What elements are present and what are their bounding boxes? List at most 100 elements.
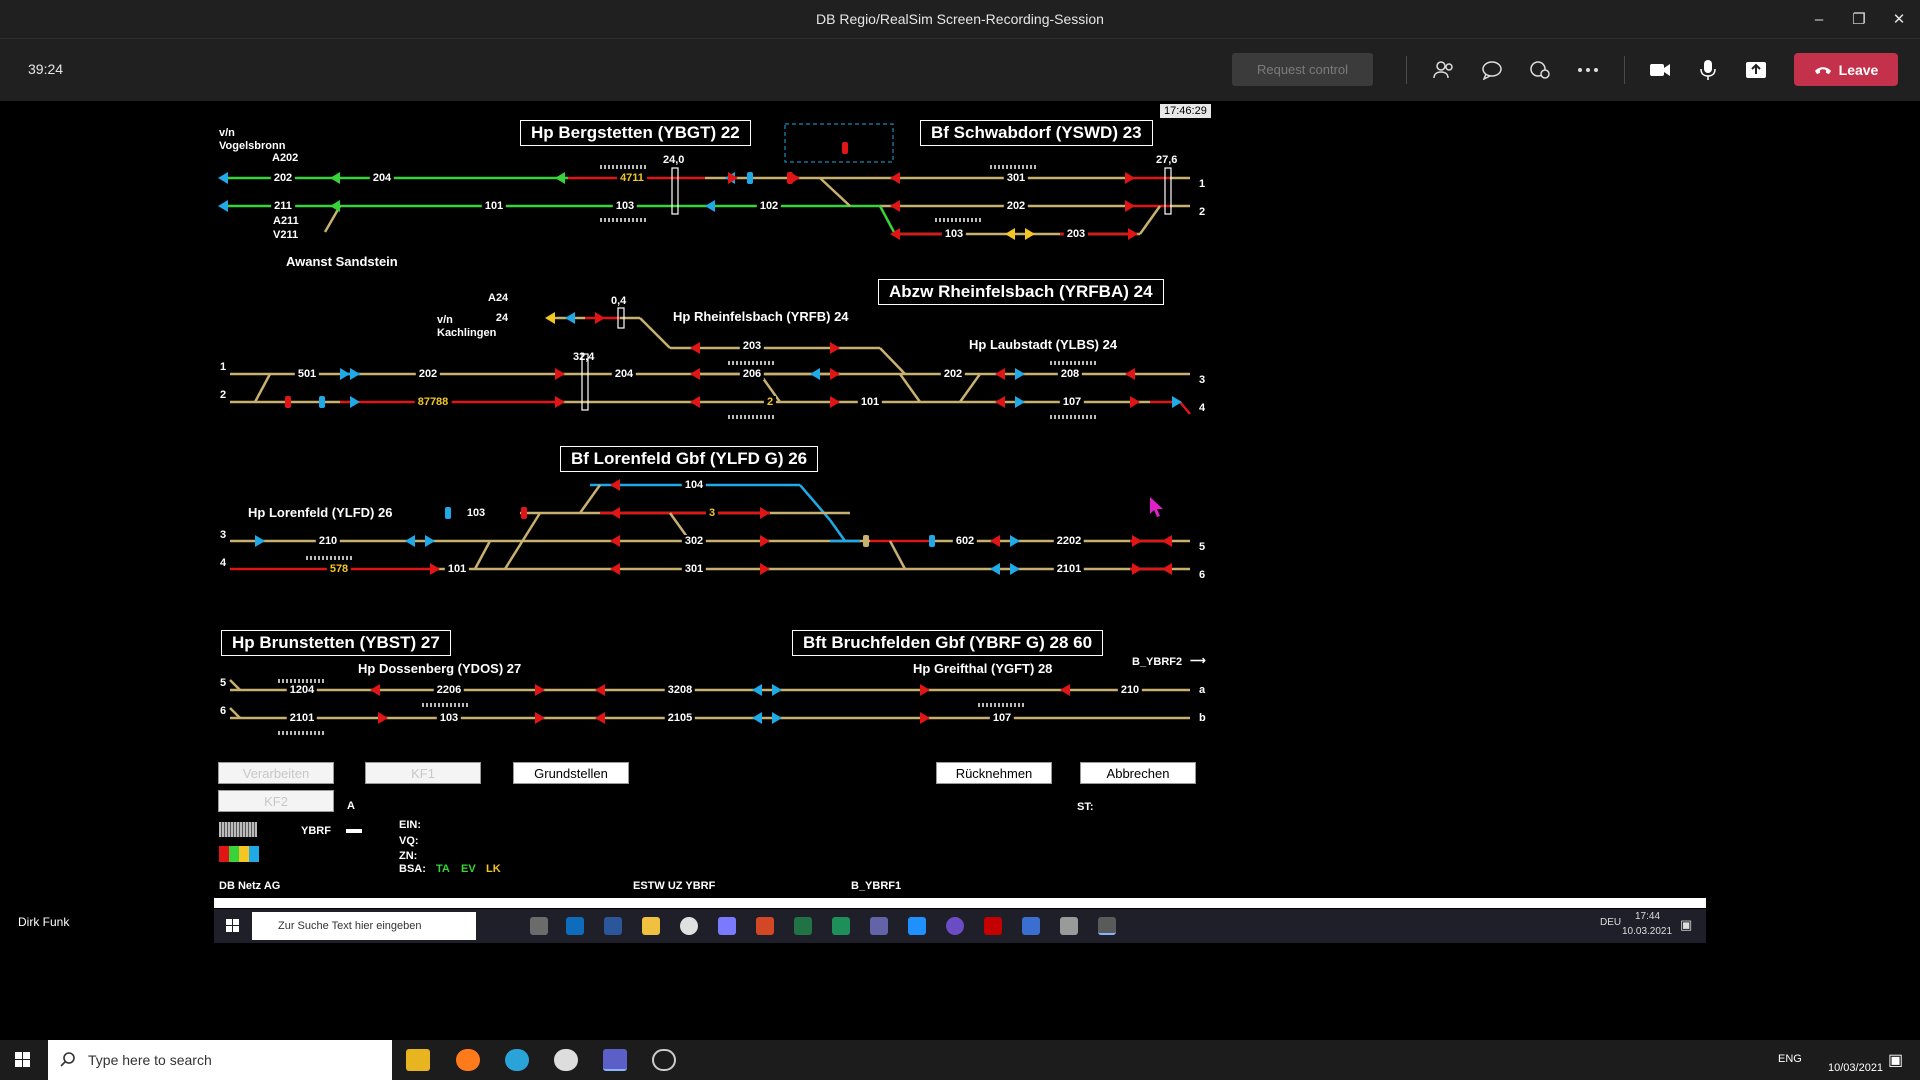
section-number-103[interactable]: 103: [463, 507, 489, 519]
microphone-icon[interactable]: [1692, 54, 1724, 86]
section-number-602[interactable]: 602: [952, 535, 978, 547]
word-icon[interactable]: [604, 917, 622, 935]
section-number-211[interactable]: 211: [271, 200, 295, 212]
station-box-ybst[interactable]: Hp Brunstetten (YBST) 27: [221, 630, 451, 656]
section-number-301[interactable]: 301: [681, 563, 707, 575]
teams-taskbar-icon[interactable]: [603, 1049, 627, 1071]
track-block-icon[interactable]: [929, 535, 935, 547]
app-icon[interactable]: [718, 917, 736, 935]
edge-icon[interactable]: [505, 1049, 529, 1071]
inner-scrollbar[interactable]: [214, 898, 1706, 908]
chrome-icon[interactable]: [680, 917, 698, 935]
windows-start-icon[interactable]: [15, 1052, 31, 1073]
ruecknehmen-button[interactable]: Rücknehmen: [936, 762, 1052, 784]
participants-icon[interactable]: [1428, 54, 1460, 86]
taskbar-search-input[interactable]: Type here to search: [48, 1040, 392, 1080]
chat-icon[interactable]: [1476, 54, 1508, 86]
outlook-icon[interactable]: [566, 917, 584, 935]
powerpoint-icon[interactable]: [756, 917, 774, 935]
section-number-2101[interactable]: 2101: [1053, 563, 1085, 575]
section-number-2101[interactable]: 2101: [286, 712, 318, 724]
section-number-501[interactable]: 501: [294, 368, 320, 380]
section-number-203[interactable]: 203: [1063, 228, 1089, 240]
share-screen-icon[interactable]: [1740, 54, 1772, 86]
track-block-icon[interactable]: [445, 507, 451, 519]
reactions-icon[interactable]: [1524, 54, 1556, 86]
track-block-icon[interactable]: [863, 535, 869, 547]
station-box-ylfdg[interactable]: Bf Lorenfeld Gbf (YLFD G) 26: [560, 446, 819, 472]
section-number-204[interactable]: 204: [611, 368, 637, 380]
notification-icon[interactable]: ▣: [1888, 1050, 1903, 1070]
inner-search-input[interactable]: Zur Suche Text hier eingeben: [252, 912, 476, 940]
app-circle-icon[interactable]: [652, 1049, 676, 1071]
station-box-yswd[interactable]: Bf Schwabdorf (YSWD) 23: [920, 120, 1153, 146]
track-block-icon[interactable]: [747, 172, 753, 184]
section-number-107[interactable]: 107: [989, 712, 1015, 724]
abbrechen-button[interactable]: Abbrechen: [1080, 762, 1196, 784]
tray-date[interactable]: 10/03/2021: [1828, 1062, 1883, 1074]
section-number-210[interactable]: 210: [315, 535, 341, 547]
more-options-icon[interactable]: [1572, 54, 1604, 86]
inner-notification-icon[interactable]: ▣: [1680, 917, 1692, 933]
section-number-87788[interactable]: 87788: [414, 396, 452, 408]
camera-icon[interactable]: [1644, 54, 1676, 86]
explorer-icon[interactable]: [642, 917, 660, 935]
section-number-4711[interactable]: 4711: [617, 172, 647, 184]
section-number-3[interactable]: 3: [705, 507, 719, 519]
section-number-202[interactable]: 202: [270, 172, 296, 184]
section-number-203[interactable]: 203: [739, 340, 765, 352]
section-number-104[interactable]: 104: [681, 479, 707, 491]
station-box-yrfba[interactable]: Abzw Rheinfelsbach (YRFBA) 24: [878, 279, 1164, 305]
section-number-578[interactable]: 578: [326, 563, 352, 575]
file-explorer-icon[interactable]: [406, 1049, 430, 1071]
track-block-icon[interactable]: [285, 396, 291, 408]
section-number-102[interactable]: 102: [756, 200, 782, 212]
section-number-101[interactable]: 101: [444, 563, 470, 575]
track-block-icon[interactable]: [319, 396, 325, 408]
verarbeiten-button[interactable]: Verarbeiten: [218, 762, 334, 784]
inner-tray-date[interactable]: 10.03.2021: [1622, 926, 1672, 937]
section-number-103[interactable]: 103: [612, 200, 638, 212]
kf1-button[interactable]: KF1: [365, 762, 481, 784]
section-number-101[interactable]: 101: [857, 396, 883, 408]
section-number-101[interactable]: 101: [481, 200, 507, 212]
section-number-107[interactable]: 107: [1059, 396, 1085, 408]
station-box-ybgt[interactable]: Hp Bergstetten (YBGT) 22: [520, 120, 751, 146]
close-icon[interactable]: ✕: [1876, 0, 1920, 39]
excel-icon[interactable]: [794, 917, 812, 935]
section-number-202[interactable]: 202: [940, 368, 966, 380]
inner-tray-lang[interactable]: DEU: [1600, 917, 1621, 928]
section-number-1204[interactable]: 1204: [286, 684, 318, 696]
app-s-icon[interactable]: [832, 917, 850, 935]
section-number-301[interactable]: 301: [1003, 172, 1029, 184]
teams-icon[interactable]: [870, 917, 888, 935]
app-icon-2[interactable]: [908, 917, 926, 935]
section-number-103[interactable]: 103: [436, 712, 462, 724]
section-number-206[interactable]: 206: [739, 368, 765, 380]
grundstellen-button[interactable]: Grundstellen: [513, 762, 629, 784]
track-block-icon[interactable]: [842, 142, 848, 154]
section-number-2105[interactable]: 2105: [664, 712, 696, 724]
firefox-icon[interactable]: [456, 1049, 480, 1071]
request-control-button[interactable]: Request control: [1232, 53, 1373, 86]
inner-windows-icon[interactable]: [226, 919, 240, 938]
section-number-3208[interactable]: 3208: [664, 684, 696, 696]
section-number-202[interactable]: 202: [1003, 200, 1029, 212]
section-number-302[interactable]: 302: [681, 535, 707, 547]
section-number-202[interactable]: 202: [415, 368, 441, 380]
app-icon-4[interactable]: [1060, 917, 1078, 935]
section-number-2206[interactable]: 2206: [433, 684, 465, 696]
app-rp-icon[interactable]: [946, 917, 964, 935]
app-icon-5[interactable]: [1098, 917, 1116, 935]
section-number-2202[interactable]: 2202: [1053, 535, 1085, 547]
section-number-103[interactable]: 103: [941, 228, 967, 240]
tray-lang[interactable]: ENG: [1778, 1053, 1802, 1065]
task-view-icon[interactable]: [530, 917, 548, 935]
inner-tray-time[interactable]: 17:44: [1635, 911, 1660, 922]
app-icon-3[interactable]: [1022, 917, 1040, 935]
acrobat-icon[interactable]: [984, 917, 1002, 935]
section-number-2[interactable]: 2: [763, 396, 777, 408]
section-number-204[interactable]: 204: [369, 172, 395, 184]
leave-button[interactable]: Leave: [1794, 53, 1898, 86]
section-number-210[interactable]: 210: [1117, 684, 1143, 696]
